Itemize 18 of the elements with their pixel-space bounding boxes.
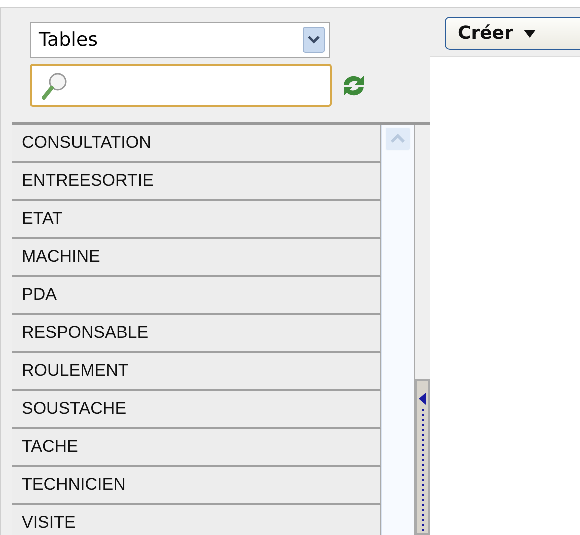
create-button[interactable]: Créer [445, 17, 580, 50]
table-list-item[interactable]: CONSULTATION [12, 125, 381, 163]
table-list-item[interactable]: MACHINE [12, 239, 381, 277]
search-icon [42, 72, 68, 100]
collapse-arrow-icon[interactable] [418, 393, 426, 405]
table-list-item[interactable]: PDA [12, 277, 381, 315]
table-list-item[interactable]: RESPONSABLE [12, 315, 381, 353]
search-field[interactable] [30, 64, 332, 107]
splitter-handle[interactable] [415, 379, 430, 535]
caret-icon [523, 28, 538, 38]
scrollbar[interactable] [381, 125, 415, 535]
table-type-dropdown[interactable]: Tables [30, 22, 330, 58]
table-list-item[interactable]: TACHE [12, 429, 381, 467]
table-list-item[interactable]: TECHNICIEN [12, 467, 381, 505]
table-list-item[interactable]: SOUSTACHE [12, 391, 381, 429]
table-list-item[interactable]: ETAT [12, 201, 381, 239]
table-list-item[interactable]: ROULEMENT [12, 353, 381, 391]
table-list-item[interactable]: ENTREESORTIE [12, 163, 381, 201]
